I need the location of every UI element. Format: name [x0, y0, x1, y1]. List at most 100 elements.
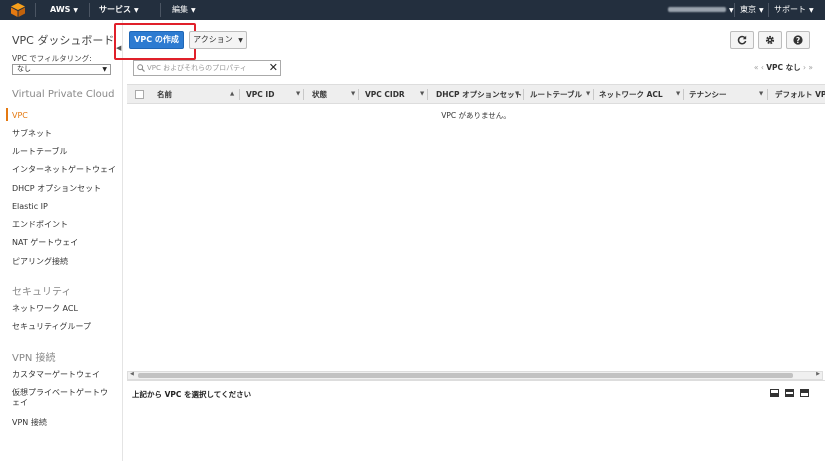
redacted-account-name	[668, 7, 726, 12]
column-divider	[593, 89, 594, 100]
sidebar-item-elastic-ip[interactable]: Elastic IP	[12, 202, 48, 212]
column-header-route-table[interactable]: ルートテーブル	[530, 85, 582, 104]
support-menu[interactable]: サポート ▼	[774, 0, 814, 20]
section-heading-security: セキュリティ	[12, 287, 72, 298]
gear-icon	[765, 35, 775, 45]
sidebar-item-endpoints[interactable]: エンドポイント	[12, 220, 68, 230]
column-divider	[358, 89, 359, 100]
chevron-down-icon: ▼	[191, 7, 196, 14]
region-menu[interactable]: 東京 ▼	[740, 0, 764, 20]
aws-menu-label: AWS	[50, 5, 71, 14]
refresh-icon	[737, 35, 747, 45]
search-icon	[137, 64, 145, 72]
column-menu-icon[interactable]: ▼	[420, 85, 424, 104]
chevron-down-icon: ▼	[102, 66, 107, 73]
sort-ascending-icon[interactable]: ▲	[230, 85, 234, 104]
help-icon: ?	[793, 35, 803, 45]
sidebar-item-security-groups[interactable]: セキュリティグループ	[12, 322, 91, 332]
actions-dropdown-button[interactable]: アクション ▼	[189, 31, 247, 49]
column-header-dhcp-options[interactable]: DHCP オプションセット	[436, 85, 522, 104]
sidebar-item-nat-gateways[interactable]: NAT ゲートウェイ	[12, 238, 78, 248]
pane-layout-bottom-icon[interactable]	[770, 389, 779, 397]
sidebar-item-vpc[interactable]: VPC	[12, 111, 28, 121]
vpc-filter-value: なし	[17, 65, 31, 73]
topbar-divider	[768, 3, 769, 17]
edit-menu[interactable]: 編集 ▼	[172, 0, 196, 20]
vpc-filter-label: VPC でフィルタリング:	[12, 54, 92, 63]
sidebar-item-peering[interactable]: ピアリング接続	[12, 257, 68, 267]
horizontal-scrollbar[interactable]: ◀ ▶	[127, 371, 823, 380]
pagination: « ‹ VPC なし › »	[754, 62, 813, 73]
column-divider	[239, 89, 240, 100]
column-header-state[interactable]: 状態	[312, 85, 327, 104]
support-label: サポート	[774, 5, 806, 14]
column-divider	[523, 89, 524, 100]
section-heading-vpn: VPN 接続	[12, 353, 56, 364]
topbar-divider	[89, 3, 90, 17]
column-menu-icon[interactable]: ▼	[515, 85, 519, 104]
detail-pane: 上記から VPC を選択してください	[127, 380, 825, 402]
pagination-label: VPC なし	[766, 63, 801, 72]
empty-table-message: VPC がありません。	[441, 111, 511, 120]
next-page-icon[interactable]: ›	[803, 63, 806, 72]
create-vpc-button[interactable]: VPC の作成	[129, 31, 184, 49]
chevron-down-icon: ▼	[73, 7, 79, 14]
clear-search-icon[interactable]: ✕	[269, 62, 278, 74]
pane-layout-top-icon[interactable]	[800, 389, 809, 397]
sidebar-item-virtual-private-gateways[interactable]: 仮想プライベートゲートウェイ	[12, 388, 112, 408]
column-menu-icon[interactable]: ▼	[296, 85, 300, 104]
vpc-filter-select[interactable]: なし ▼	[12, 64, 111, 75]
sidebar-item-internet-gateways[interactable]: インターネットゲートウェイ	[12, 165, 116, 175]
sidebar-item-network-acl[interactable]: ネットワーク ACL	[12, 304, 78, 314]
chevron-down-icon: ▼	[729, 7, 734, 14]
topbar-divider	[734, 3, 735, 17]
column-header-network-acl[interactable]: ネットワーク ACL	[599, 85, 663, 104]
scroll-right-icon[interactable]: ▶	[816, 371, 820, 377]
help-button[interactable]: ?	[786, 31, 810, 49]
table-header: 名前 ▲ VPC ID ▼ 状態 ▼ VPC CIDR ▼ DHCP オプション…	[127, 84, 825, 104]
select-all-checkbox[interactable]	[135, 90, 144, 99]
topbar-divider	[160, 3, 161, 17]
actions-label: アクション	[193, 35, 233, 44]
scroll-left-icon[interactable]: ◀	[130, 371, 134, 377]
search-input[interactable]	[147, 62, 267, 74]
svg-text:?: ?	[796, 36, 800, 45]
column-header-name[interactable]: 名前	[157, 85, 172, 104]
sidebar-item-dhcp-options[interactable]: DHCP オプションセット	[12, 184, 101, 194]
sidebar-item-route-tables[interactable]: ルートテーブル	[12, 147, 68, 157]
aws-menu[interactable]: AWS ▼	[50, 0, 78, 20]
column-header-vpc-cidr[interactable]: VPC CIDR	[365, 85, 405, 104]
column-header-default-vpc[interactable]: デフォルト VPC	[775, 85, 825, 104]
column-menu-icon[interactable]: ▼	[351, 85, 355, 104]
account-menu[interactable]: ▼	[668, 0, 734, 20]
last-page-icon[interactable]: »	[808, 63, 813, 72]
column-menu-icon[interactable]: ▼	[586, 85, 590, 104]
topbar-divider	[35, 3, 36, 17]
pane-layout-split-icon[interactable]	[785, 389, 794, 397]
first-page-icon[interactable]: «	[754, 63, 759, 72]
column-header-vpc-id[interactable]: VPC ID	[246, 85, 274, 104]
sidebar: VPC ダッシュボード VPC でフィルタリング: なし ▼ Virtual P…	[0, 20, 123, 461]
search-box[interactable]: ✕	[133, 60, 281, 76]
sidebar-item-customer-gateways[interactable]: カスタマーゲートウェイ	[12, 370, 100, 380]
settings-button[interactable]	[758, 31, 782, 49]
column-header-tenancy[interactable]: テナンシー	[689, 85, 727, 104]
previous-page-icon[interactable]: ‹	[761, 63, 764, 72]
sidebar-item-subnets[interactable]: サブネット	[12, 129, 52, 139]
chevron-down-icon: ▼	[759, 7, 764, 14]
refresh-button[interactable]	[730, 31, 754, 49]
sidebar-item-vpn-connections[interactable]: VPN 接続	[12, 418, 47, 428]
aws-cube-logo-icon[interactable]	[10, 3, 26, 17]
column-divider	[767, 89, 768, 100]
region-label: 東京	[740, 5, 756, 14]
edit-menu-label: 編集	[172, 5, 188, 14]
services-menu-label: サービス	[99, 5, 131, 14]
top-navigation-bar: AWS ▼ サービス ▼ 編集 ▼ ▼ 東京 ▼ サポート ▼	[0, 0, 825, 20]
scrollbar-thumb[interactable]	[138, 373, 793, 378]
services-menu[interactable]: サービス ▼	[99, 0, 139, 20]
main-content: VPC の作成 アクション ▼ ? ✕ « ‹ VPC なし › »	[114, 20, 825, 461]
active-nav-indicator	[6, 108, 8, 121]
column-menu-icon[interactable]: ▼	[759, 85, 763, 104]
column-menu-icon[interactable]: ▼	[676, 85, 680, 104]
vpc-dashboard-link[interactable]: VPC ダッシュボード	[12, 32, 114, 48]
